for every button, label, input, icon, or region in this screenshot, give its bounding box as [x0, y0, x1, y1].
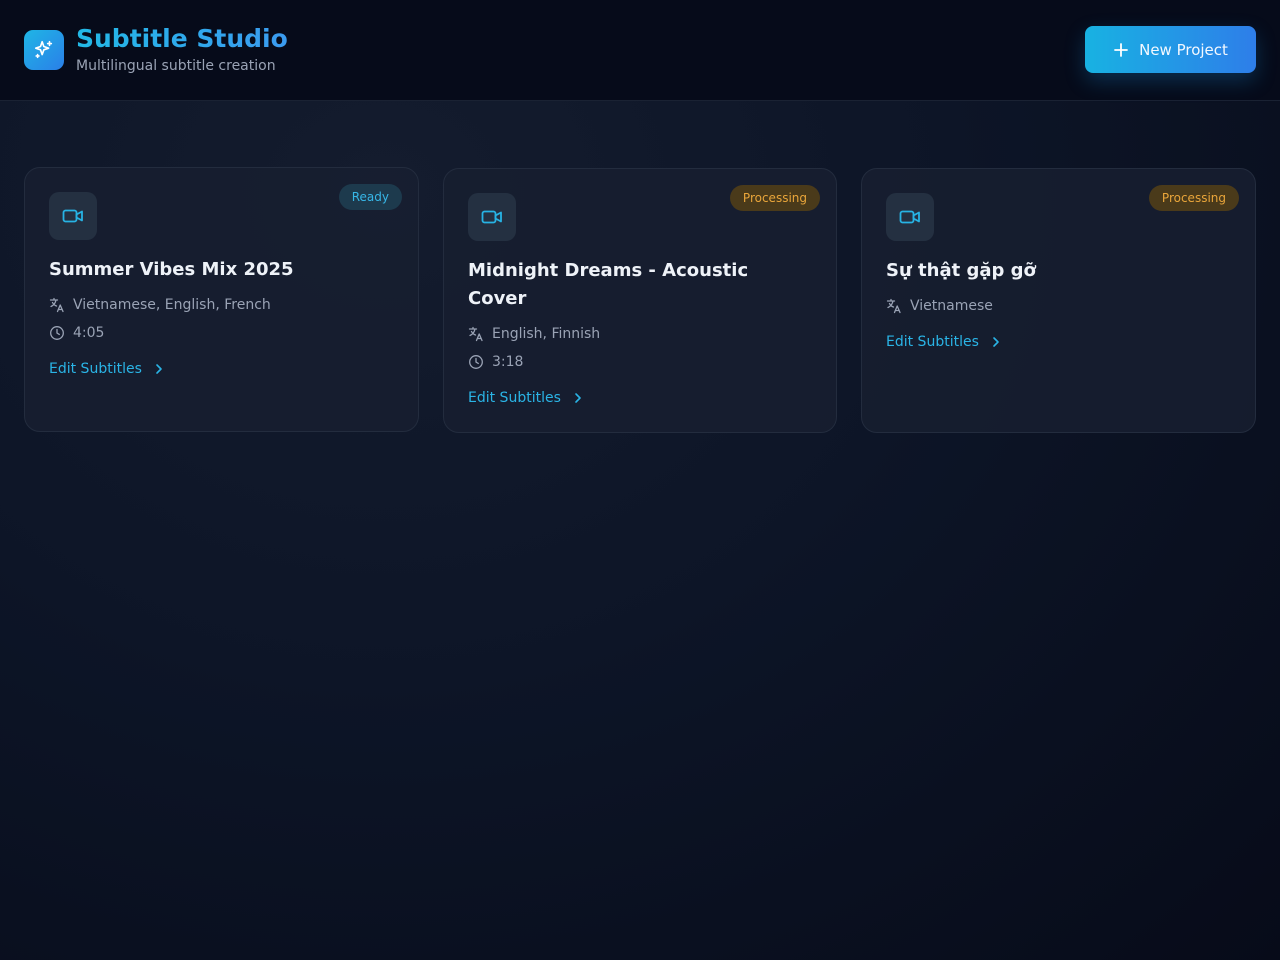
clock-icon	[49, 325, 65, 341]
edit-subtitles-link[interactable]: Edit Subtitles	[886, 334, 1003, 350]
chevron-right-icon	[571, 391, 585, 405]
video-icon	[49, 192, 97, 240]
translate-icon	[886, 298, 902, 314]
status-badge: Processing	[729, 185, 820, 211]
duration-row: 3:18	[468, 354, 523, 370]
video-icon	[886, 193, 934, 241]
app-title: Subtitle Studio	[76, 24, 288, 53]
edit-subtitles-link[interactable]: Edit Subtitles	[49, 361, 166, 377]
new-project-button[interactable]: New Project	[1085, 26, 1256, 73]
clock-icon	[468, 354, 484, 370]
project-card[interactable]: Processing Sự thật gặp gỡ Vietnamese Edi…	[861, 168, 1256, 433]
edit-subtitles-link[interactable]: Edit Subtitles	[468, 390, 585, 406]
project-title: Summer Vibes Mix 2025	[49, 259, 294, 280]
chevron-right-icon	[152, 362, 166, 376]
languages-row: Vietnamese, English, French	[49, 297, 271, 313]
project-card[interactable]: Ready Summer Vibes Mix 2025 Vietnamese, …	[24, 167, 419, 432]
video-icon	[468, 193, 516, 241]
app-subtitle: Multilingual subtitle creation	[76, 58, 276, 74]
status-badge: Ready	[338, 184, 402, 210]
plus-icon	[1113, 42, 1129, 58]
status-badge: Processing	[1148, 185, 1239, 211]
translate-icon	[468, 326, 484, 342]
new-project-label: New Project	[1139, 40, 1228, 59]
languages-text: Vietnamese	[910, 298, 993, 314]
project-card[interactable]: Processing Midnight Dreams - Acoustic Co…	[443, 168, 837, 433]
chevron-right-icon	[989, 335, 1003, 349]
languages-text: English, Finnish	[492, 326, 601, 342]
edit-subtitles-label: Edit Subtitles	[49, 361, 142, 377]
project-title: Midnight Dreams - Acoustic Cover	[468, 260, 749, 309]
translate-icon	[49, 297, 65, 313]
edit-subtitles-label: Edit Subtitles	[886, 334, 979, 350]
languages-row: Vietnamese	[886, 298, 993, 314]
duration-text: 3:18	[492, 354, 524, 370]
project-title: Sự thật gặp gỡ	[886, 260, 1036, 281]
app-header: Subtitle Studio Multilingual subtitle cr…	[0, 0, 1280, 101]
duration-row: 4:05	[49, 325, 104, 341]
languages-text: Vietnamese, English, French	[73, 297, 271, 313]
sparkles-icon	[24, 30, 64, 70]
duration-text: 4:05	[73, 325, 105, 341]
languages-row: English, Finnish	[468, 326, 600, 342]
edit-subtitles-label: Edit Subtitles	[468, 390, 561, 406]
